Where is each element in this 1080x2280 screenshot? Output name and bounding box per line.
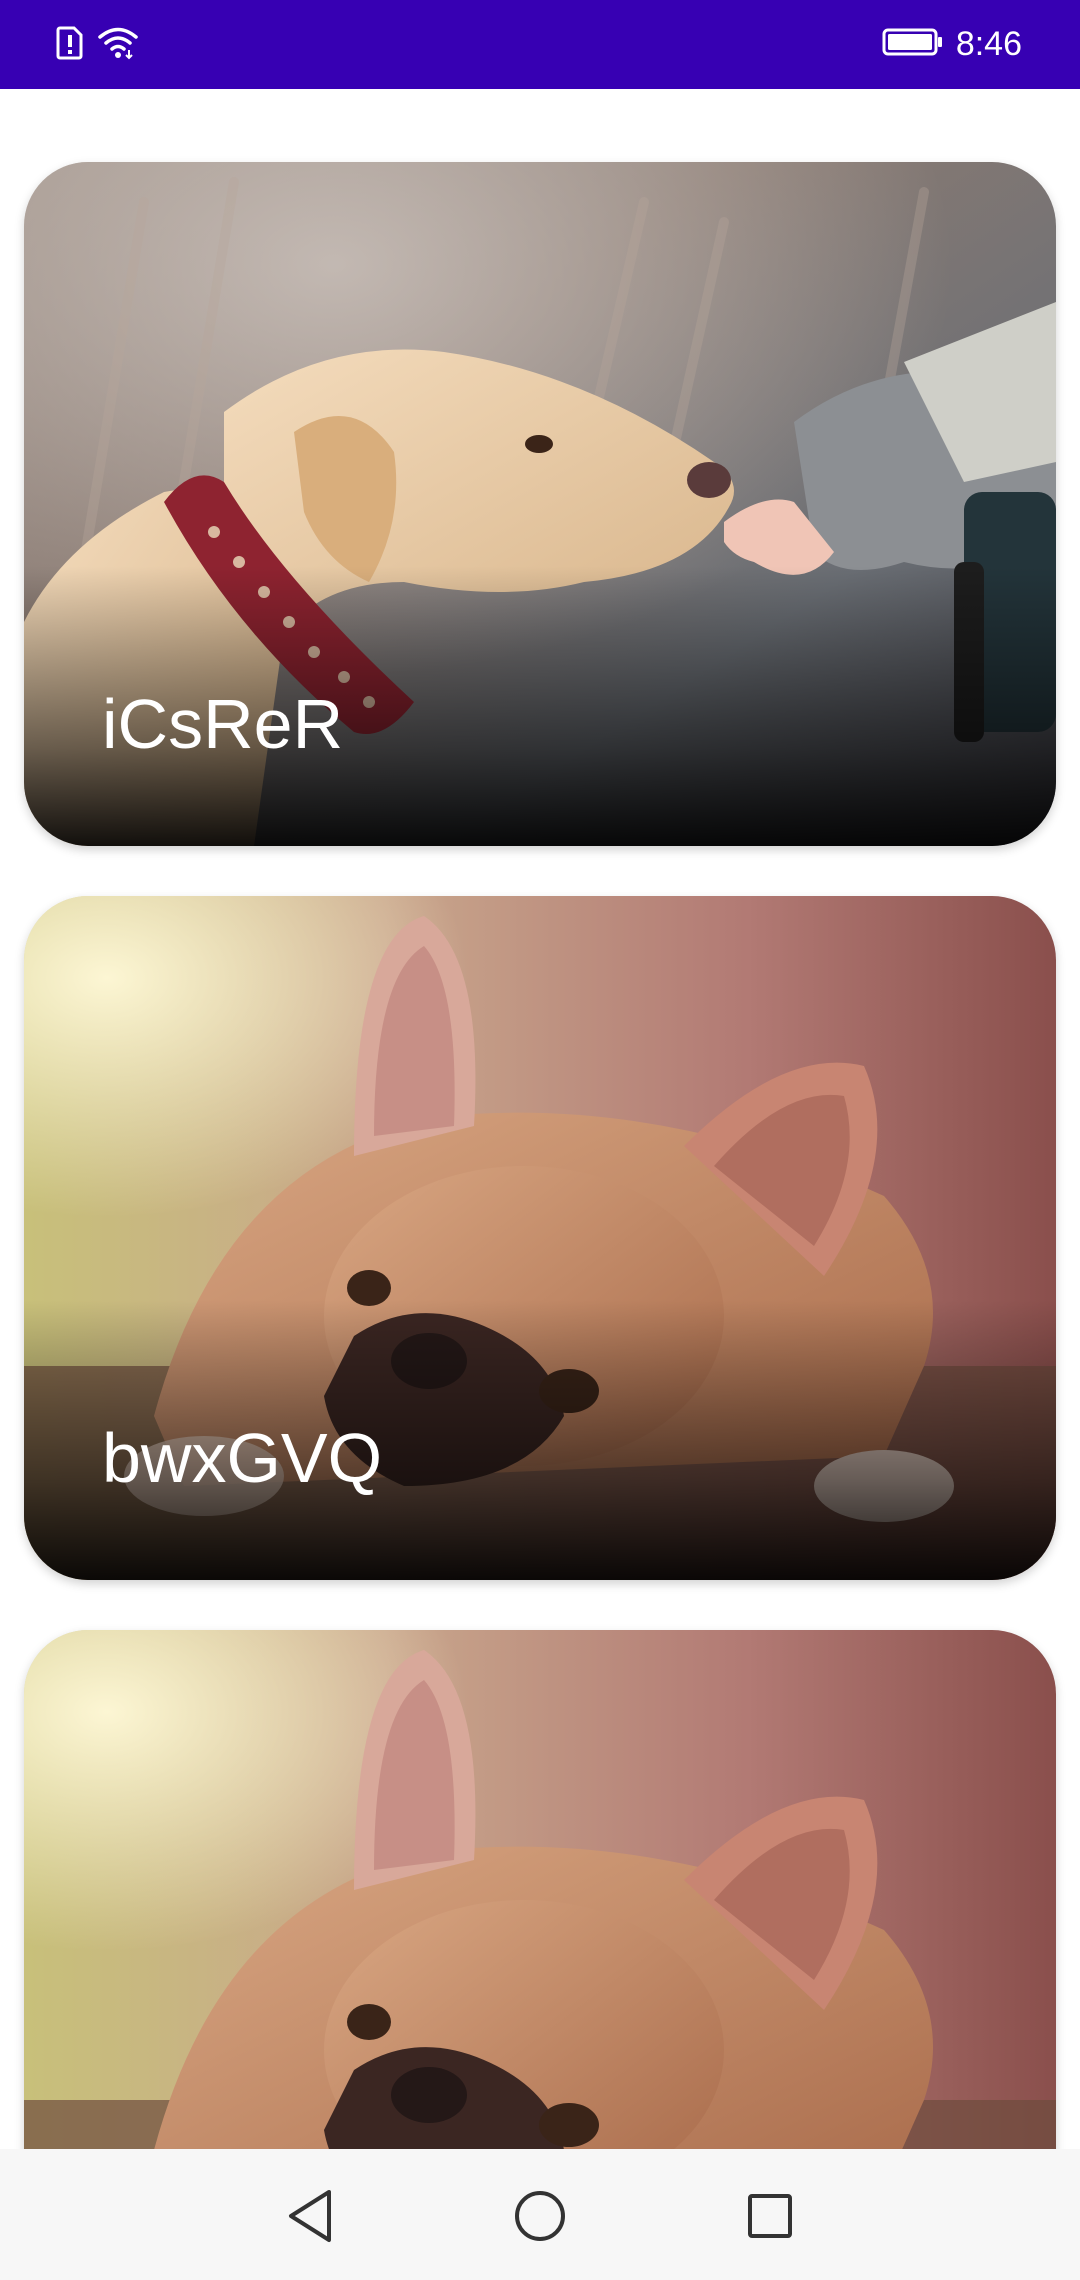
status-time: 8:46	[955, 25, 1022, 63]
card-list[interactable]: iCsReR bwxGVQ	[0, 89, 1080, 2149]
back-triangle-icon	[289, 2190, 331, 2242]
recents-square-icon	[748, 2194, 792, 2238]
status-icons-left	[56, 26, 138, 65]
card-title: iCsReR	[102, 685, 344, 763]
status-bar: 8:46	[0, 0, 1080, 89]
home-circle-icon	[515, 2191, 565, 2241]
card-title: bwxGVQ	[102, 1419, 383, 1497]
status-icons-right: 8:46	[882, 22, 1022, 66]
recents-button[interactable]	[735, 2181, 805, 2251]
navigation-bar	[0, 2149, 1080, 2280]
dog-card[interactable]: bwxGVQ	[24, 896, 1056, 1580]
dog-card[interactable]	[24, 1630, 1056, 2149]
dog-card[interactable]: iCsReR	[24, 162, 1056, 846]
french-bulldog-photo	[24, 1630, 1056, 2149]
battery-icon	[882, 27, 944, 62]
home-button[interactable]	[505, 2181, 575, 2251]
back-button[interactable]	[275, 2181, 345, 2251]
wifi-icon	[98, 26, 138, 65]
sim-alert-icon	[56, 26, 84, 65]
